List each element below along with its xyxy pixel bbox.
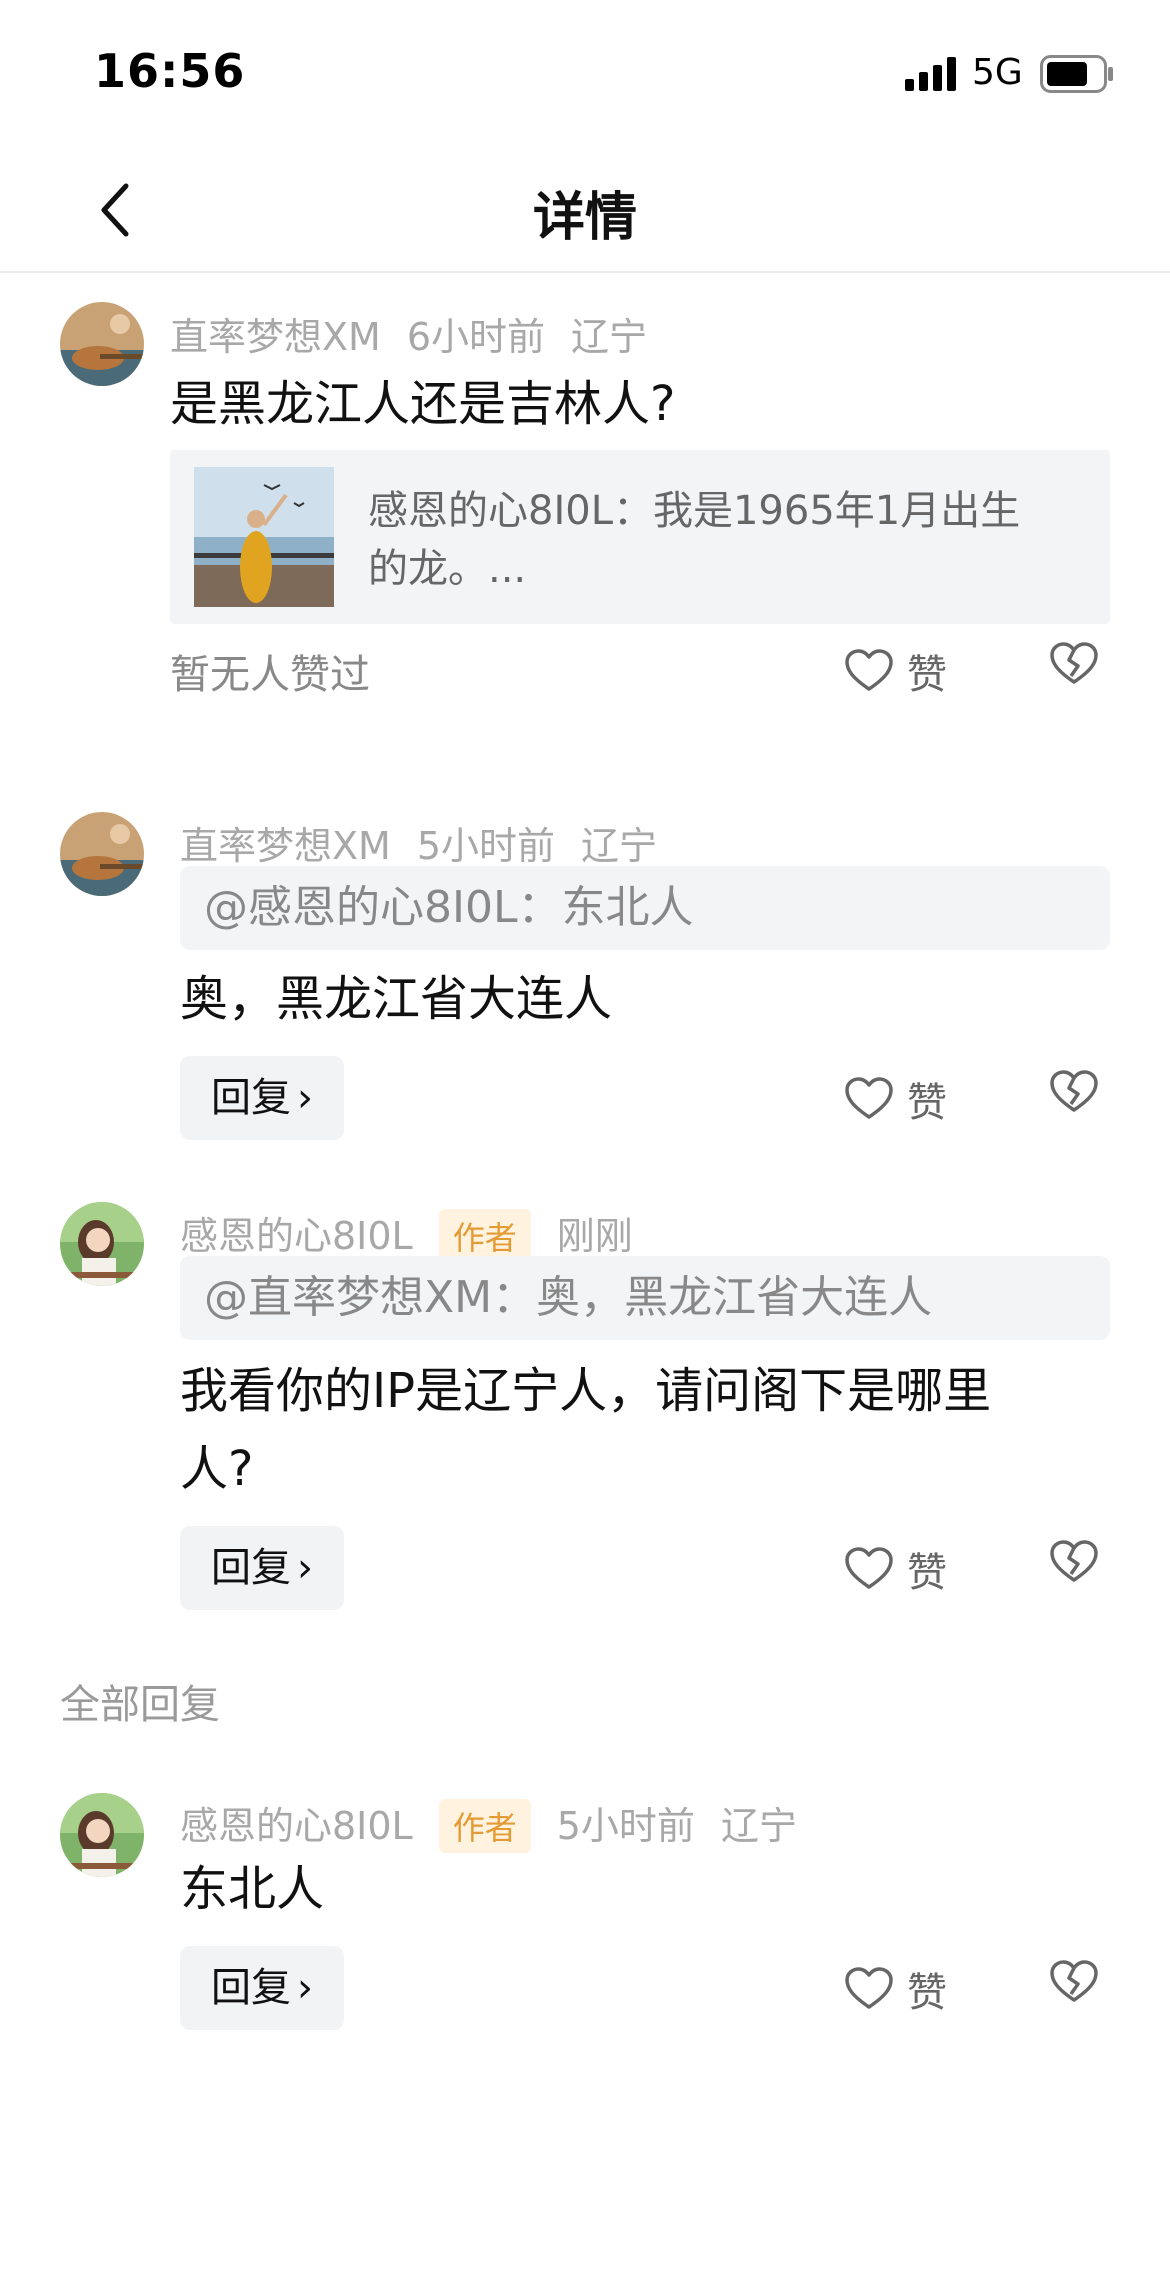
dislike-button[interactable]	[1050, 642, 1098, 686]
username[interactable]: 感恩的心8I0L	[180, 1214, 413, 1258]
comment-meta: 直率梦想XM 6小时前 辽宁	[170, 306, 673, 361]
referenced-line-1: 感恩的心8I0L：我是1965年1月出生	[368, 488, 1021, 534]
broken-heart-icon	[1050, 1960, 1098, 2004]
heart-icon	[845, 1547, 893, 1591]
broken-heart-icon	[1050, 1540, 1098, 1584]
battery-icon	[1040, 55, 1114, 93]
reply-location: 辽宁	[720, 1804, 797, 1848]
reply-label: 回复	[211, 1545, 291, 1591]
dislike-button[interactable]	[1050, 1960, 1098, 2004]
reply-label: 回复	[211, 1075, 291, 1121]
quoted-comment[interactable]: @感恩的心8I0L：东北人	[180, 866, 1110, 950]
avatar[interactable]	[60, 812, 144, 896]
reply-time: 刚刚	[556, 1214, 633, 1258]
reply-location: 辽宁	[581, 824, 658, 868]
dislike-button[interactable]	[1050, 1540, 1098, 1584]
comment-text: 是黑龙江人还是吉林人?	[170, 376, 676, 432]
no-likes-text: 暂无人赞过	[170, 652, 370, 698]
chevron-right-icon: ›	[297, 1545, 313, 1591]
referenced-line-2: 的龙。...	[368, 546, 527, 592]
reply-meta: 直率梦想XM 5小时前 辽宁	[180, 815, 683, 870]
author-badge: 作者	[438, 1208, 531, 1263]
like-label: 赞	[907, 1550, 947, 1596]
page-title: 详情	[532, 188, 637, 248]
network-type: 5G	[972, 52, 1023, 93]
avatar[interactable]	[60, 1202, 144, 1286]
broken-heart-icon	[1050, 1070, 1098, 1114]
reply-text: 东北人	[180, 1861, 325, 1917]
like-button[interactable]: 赞	[845, 1070, 947, 1128]
avatar[interactable]	[60, 1793, 144, 1877]
heart-icon	[845, 649, 893, 693]
broken-heart-icon	[1050, 642, 1098, 686]
referenced-post-text: 感恩的心8I0L：我是1965年1月出生 的龙。...	[368, 482, 1020, 598]
dislike-button[interactable]	[1050, 1070, 1098, 1114]
reply-time: 5小时前	[416, 824, 556, 868]
reply-button[interactable]: 回复 ›	[180, 1056, 344, 1140]
reply-button[interactable]: 回复 ›	[180, 1946, 344, 2030]
chevron-right-icon: ›	[297, 1075, 313, 1121]
reply-text: 奥，黑龙江省大连人	[180, 971, 613, 1027]
header-divider	[0, 271, 1170, 273]
reply-button[interactable]: 回复 ›	[180, 1526, 344, 1610]
username[interactable]: 直率梦想XM	[180, 824, 391, 868]
author-badge: 作者	[438, 1798, 531, 1853]
chevron-right-icon: ›	[297, 1965, 313, 2011]
like-button[interactable]: 赞	[845, 1960, 947, 2018]
post-thumbnail	[194, 467, 334, 607]
like-label: 赞	[907, 1080, 947, 1126]
heart-icon	[845, 1967, 893, 2011]
like-label: 赞	[907, 652, 947, 698]
reply-label: 回复	[211, 1965, 291, 2011]
quoted-comment[interactable]: @直率梦想XM：奥，黑龙江省大连人	[180, 1256, 1110, 1340]
heart-icon	[845, 1077, 893, 1121]
comment-time: 6小时前	[406, 315, 546, 359]
reply-time: 5小时前	[556, 1804, 695, 1848]
reply-text-line-1: 我看你的IP是辽宁人，请问阁下是哪里	[180, 1363, 992, 1419]
reply-text: 我看你的IP是辽宁人，请问阁下是哪里 人?	[180, 1352, 1110, 1508]
status-time: 16:56	[94, 44, 246, 98]
reply-text-line-2: 人?	[180, 1441, 254, 1497]
referenced-post[interactable]: 感恩的心8I0L：我是1965年1月出生 的龙。...	[170, 450, 1110, 624]
like-button[interactable]: 赞	[845, 1540, 947, 1598]
like-label: 赞	[907, 1970, 947, 2016]
username[interactable]: 感恩的心8I0L	[180, 1804, 413, 1848]
like-button[interactable]: 赞	[845, 642, 947, 700]
comment-location: 辽宁	[571, 315, 648, 359]
signal-icon	[905, 57, 959, 91]
username[interactable]: 直率梦想XM	[170, 315, 381, 359]
avatar[interactable]	[60, 302, 144, 386]
reply-meta: 感恩的心8I0L 作者 5小时前 辽宁	[180, 1795, 823, 1856]
all-replies-heading: 全部回复	[60, 1682, 220, 1728]
